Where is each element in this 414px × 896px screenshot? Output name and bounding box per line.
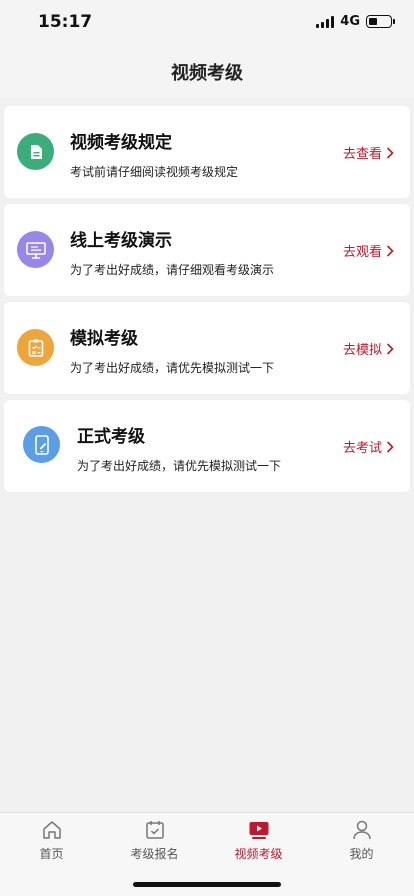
chevron-right-icon <box>386 342 394 355</box>
mock-exam-button[interactable]: 去模拟 <box>343 339 394 358</box>
home-icon <box>42 821 61 839</box>
card-formal-exam[interactable]: 正式考级 为了考出好成绩，请优先模拟测试一下 去考试 <box>4 400 410 492</box>
card-title: 模拟考级 <box>70 329 138 349</box>
user-icon <box>352 820 371 840</box>
action-label: 去模拟 <box>342 343 382 358</box>
card-desc: 为了考出好成绩，请仔细观看考级演示 <box>70 263 275 277</box>
video-play-icon <box>249 822 268 839</box>
tab-registration[interactable]: 考级报名 <box>103 819 206 867</box>
tab-label: 考级报名 <box>130 847 179 861</box>
tab-profile[interactable]: 我的 <box>310 819 413 867</box>
mobile-exam-icon <box>23 426 60 463</box>
chevron-right-icon <box>386 244 394 257</box>
signal-icon <box>316 15 335 28</box>
card-mock-exam[interactable]: 模拟考级 为了考出好成绩，请优先模拟测试一下 去模拟 <box>4 302 410 394</box>
start-exam-button[interactable]: 去考试 <box>343 437 394 456</box>
tab-home[interactable]: 首页 <box>0 819 103 867</box>
tab-bar: 首页 考级报名 视频考级 我的 <box>0 812 414 896</box>
tab-label: 首页 <box>39 847 64 861</box>
nav-bar: 视频考级 <box>0 46 414 98</box>
card-title: 正式考级 <box>77 427 145 447</box>
chevron-right-icon <box>386 440 394 453</box>
tab-video-exam[interactable]: 视频考级 <box>207 819 310 867</box>
document-icon <box>17 133 54 170</box>
status-bar: 15:17 4G <box>0 0 414 46</box>
action-label: 去观看 <box>342 245 382 260</box>
calendar-check-icon <box>145 821 164 839</box>
tab-label: 我的 <box>349 847 374 861</box>
card-exam-rules[interactable]: 视频考级规定 考试前请仔细阅读视频考级规定 去查看 <box>4 106 410 198</box>
chevron-right-icon <box>386 146 394 159</box>
card-title: 视频考级规定 <box>70 133 172 153</box>
card-desc: 为了考出好成绩，请优先模拟测试一下 <box>77 459 282 473</box>
clipboard-icon <box>17 329 54 366</box>
card-desc: 考试前请仔细阅读视频考级规定 <box>70 165 239 179</box>
action-label: 去查看 <box>342 147 382 162</box>
tab-label: 视频考级 <box>234 847 283 861</box>
card-online-demo[interactable]: 线上考级演示 为了考出好成绩，请仔细观看考级演示 去观看 <box>4 204 410 296</box>
action-label: 去考试 <box>342 441 382 456</box>
watch-demo-button[interactable]: 去观看 <box>343 241 394 260</box>
page-title: 视频考级 <box>171 63 243 84</box>
presentation-icon <box>17 231 54 268</box>
battery-icon <box>366 15 395 28</box>
status-time: 15:17 <box>38 12 93 32</box>
view-rules-button[interactable]: 去查看 <box>343 143 394 162</box>
network-type: 4G <box>340 14 360 29</box>
card-title: 线上考级演示 <box>70 231 172 251</box>
home-indicator <box>133 882 281 887</box>
card-desc: 为了考出好成绩，请优先模拟测试一下 <box>70 361 275 375</box>
status-indicators: 4G <box>316 14 395 29</box>
